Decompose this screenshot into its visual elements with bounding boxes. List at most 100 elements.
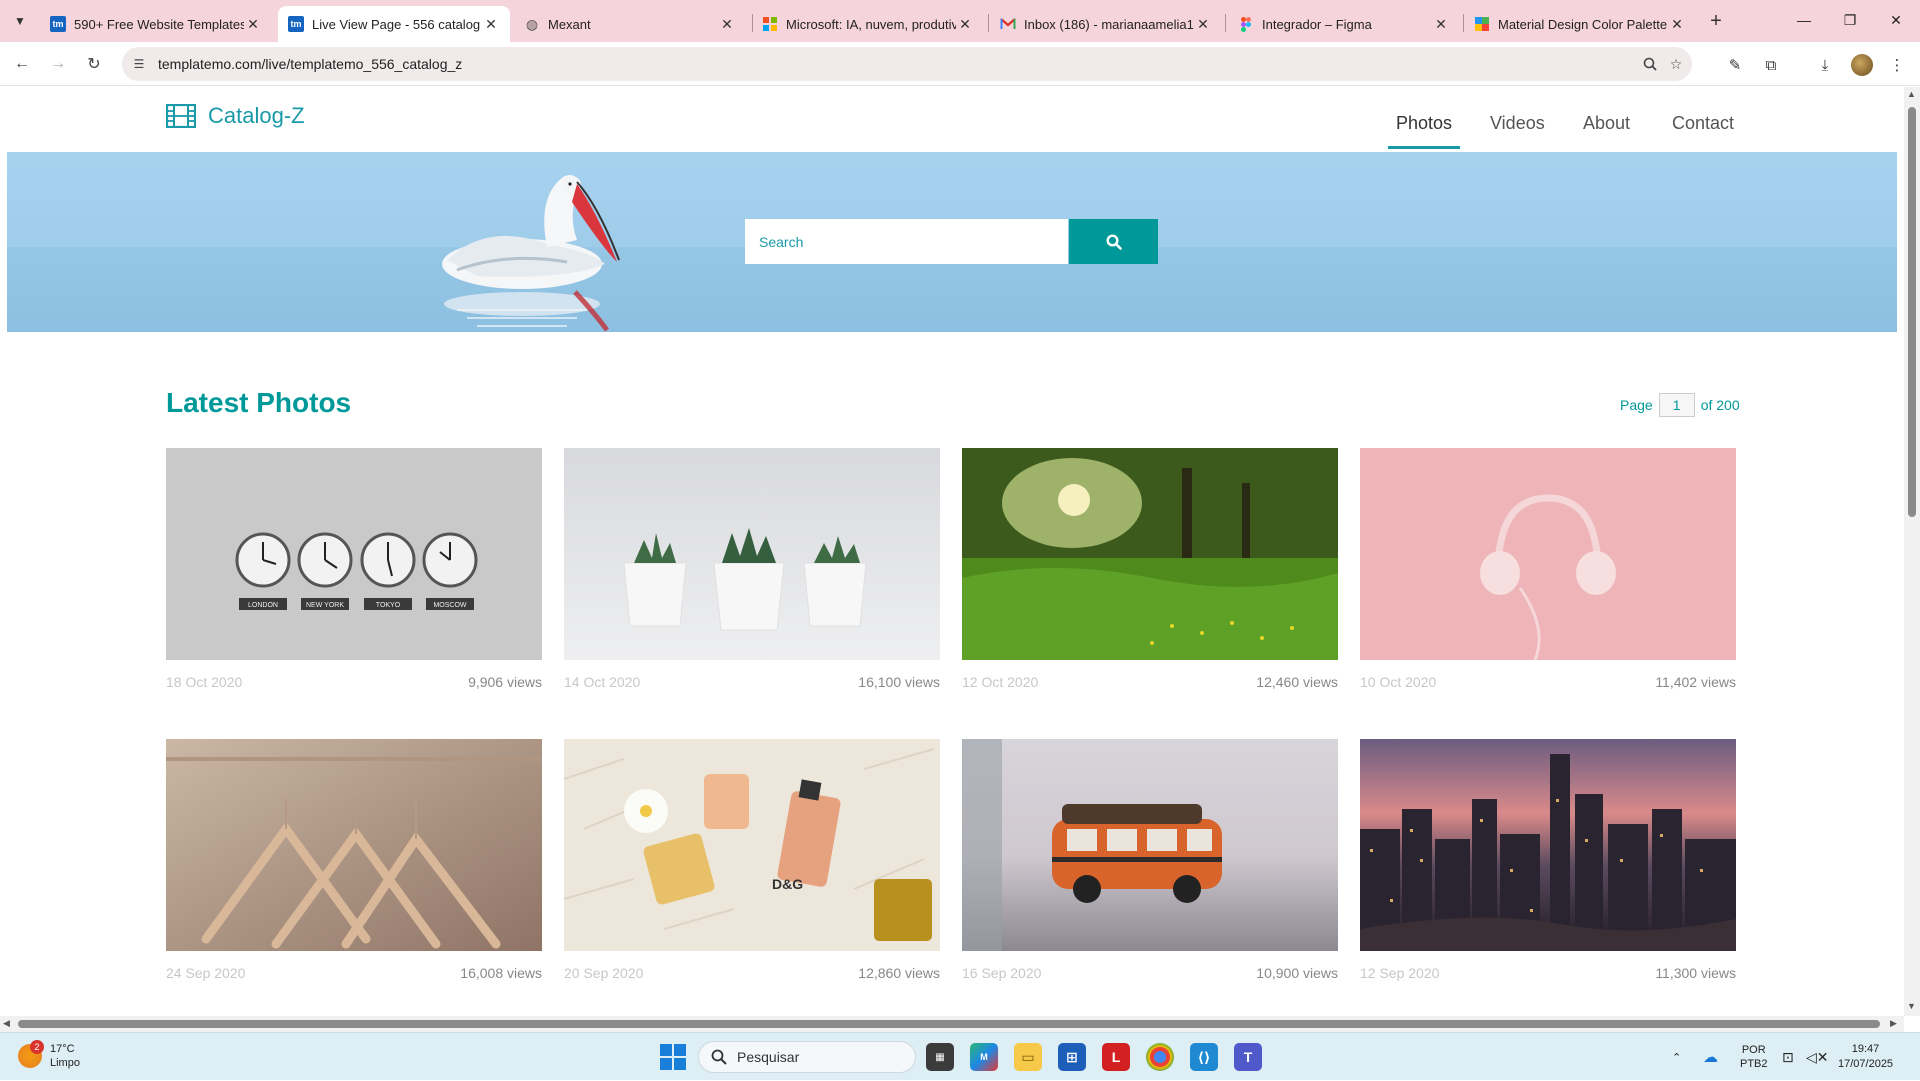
clock-face <box>235 532 291 588</box>
tab-separator <box>988 14 989 32</box>
photo-date: 24 Sep 2020 <box>166 965 246 981</box>
windows-start-icon[interactable] <box>660 1044 686 1070</box>
nav-photos[interactable]: Photos <box>1387 113 1461 149</box>
clock-face <box>422 532 478 588</box>
vertical-scroll-thumb[interactable] <box>1908 107 1916 517</box>
language-indicator[interactable]: POR PTB2 <box>1740 1033 1768 1081</box>
bookmark-star-icon[interactable]: ☆ <box>1666 54 1686 74</box>
horizontal-scrollbar[interactable]: ◀ ▶ <box>0 1016 1904 1032</box>
search-button[interactable] <box>1069 219 1158 264</box>
search-input[interactable] <box>745 219 1068 264</box>
photo-pink-headphones[interactable] <box>1360 448 1736 660</box>
tab-live-view[interactable]: tm Live View Page - 556 catalog z ✕ <box>278 6 510 42</box>
menu-dots-icon[interactable]: ⋮ <box>1886 54 1908 76</box>
speaker-muted-icon[interactable]: ◁✕ <box>1806 1033 1829 1081</box>
site-info-icon[interactable]: ☰ <box>130 55 148 73</box>
language-code: POR <box>1741 1044 1766 1056</box>
taskbar-search[interactable]: Pesquisar <box>698 1041 916 1073</box>
omnibox[interactable]: ☰ templatemo.com/live/templatemo_556_cat… <box>122 47 1692 81</box>
clock[interactable]: 19:47 17/07/2025 <box>1838 1033 1893 1081</box>
eyedropper-extension-icon[interactable]: ✎ <box>1724 54 1746 76</box>
site-navbar: Catalog-Z Photos Videos About Contact <box>0 87 1904 152</box>
tab-mexant[interactable]: ◍ Mexant ✕ <box>514 6 746 42</box>
back-arrow-icon[interactable]: ← <box>8 50 36 78</box>
new-tab-icon[interactable]: + <box>1703 8 1729 34</box>
teams-icon[interactable]: T <box>1234 1043 1262 1071</box>
clock-date: 17/07/2025 <box>1838 1058 1894 1070</box>
clock-label-moscow: MOSCOW <box>433 602 466 609</box>
browser-tab-bar: ▼ tm 590+ Free Website Templates - ✕ tm … <box>0 0 1920 42</box>
templatemo-favicon-icon: tm <box>288 16 304 32</box>
nav-contact[interactable]: Contact <box>1672 113 1734 134</box>
window-close-icon[interactable]: ✕ <box>1873 0 1919 40</box>
section-title: Latest Photos <box>166 387 352 418</box>
task-view-icon[interactable]: ▦ <box>926 1043 954 1071</box>
search-icon <box>711 1049 727 1065</box>
close-tab-icon[interactable]: ✕ <box>1668 16 1686 33</box>
close-tab-icon[interactable]: ✕ <box>1432 16 1450 33</box>
tab-material-palette[interactable]: Material Design Color Palette G ✕ <box>1464 6 1696 42</box>
brand-link[interactable]: Catalog-Z <box>166 103 305 129</box>
close-tab-icon[interactable]: ✕ <box>956 16 974 33</box>
horizontal-scroll-thumb[interactable] <box>18 1020 1880 1028</box>
vscode-icon[interactable]: ⟨⟩ <box>1190 1043 1218 1071</box>
photo-city-skyline[interactable] <box>1360 739 1736 951</box>
restore-icon[interactable]: ❐ <box>1827 0 1873 40</box>
tab-figma[interactable]: Integrador – Figma ✕ <box>1228 6 1460 42</box>
nav-about[interactable]: About <box>1583 113 1630 134</box>
url-text[interactable]: templatemo.com/live/templatemo_556_catal… <box>158 56 462 72</box>
show-hidden-icons-chevron-icon[interactable]: ⌃ <box>1672 1033 1681 1081</box>
close-tab-icon[interactable]: ✕ <box>718 16 736 33</box>
film-icon <box>166 104 196 128</box>
minimize-icon[interactable]: — <box>1781 0 1827 40</box>
photo-sunlit-meadow[interactable] <box>962 448 1338 660</box>
onedrive-icon[interactable]: ☁ <box>1703 1033 1718 1081</box>
network-icon[interactable]: ⊡ <box>1782 1033 1794 1081</box>
extensions-puzzle-icon[interactable]: ⧉ <box>1760 54 1782 76</box>
tab-free-templates[interactable]: tm 590+ Free Website Templates - ✕ <box>40 6 272 42</box>
tab-microsoft[interactable]: Microsoft: IA, nuvem, produtivi ✕ <box>752 6 984 42</box>
vertical-scrollbar[interactable]: ▲ ▼ <box>1904 87 1920 1016</box>
nav-videos[interactable]: Videos <box>1490 113 1545 134</box>
weather-widget[interactable]: 2 17°C Limpo <box>18 1040 80 1070</box>
photo-perfume-bottles[interactable]: D&G <box>564 739 940 951</box>
tab-gmail[interactable]: Inbox (186) - marianaamelia142 ✕ <box>990 6 1222 42</box>
profile-avatar[interactable] <box>1851 54 1873 76</box>
chrome-icon[interactable] <box>1146 1043 1174 1071</box>
reload-icon[interactable]: ↻ <box>80 50 108 78</box>
pager-suffix: of 200 <box>1700 397 1740 413</box>
lexis-app-icon[interactable]: L <box>1102 1043 1130 1071</box>
close-tab-icon[interactable]: ✕ <box>1194 16 1212 33</box>
photo-potted-succulents[interactable] <box>564 448 940 660</box>
m365-icon[interactable]: M <box>970 1043 998 1071</box>
scroll-down-icon[interactable]: ▼ <box>1907 1001 1916 1011</box>
weather-temp: 17°C <box>50 1043 75 1055</box>
clock-face <box>360 532 416 588</box>
microsoft-store-icon[interactable]: ⊞ <box>1058 1043 1086 1071</box>
photo-date: 14 Oct 2020 <box>564 674 641 690</box>
file-explorer-icon[interactable]: ▭ <box>1014 1043 1042 1071</box>
scroll-up-icon[interactable]: ▲ <box>1907 89 1916 99</box>
pagination: Page of 200 <box>1620 393 1740 417</box>
close-tab-icon[interactable]: ✕ <box>244 16 262 33</box>
forward-arrow-icon[interactable]: → <box>44 50 72 78</box>
photo-toy-van[interactable] <box>962 739 1338 951</box>
photo-world-clocks[interactable]: LONDON NEW YORK TOKYO MOSCOW <box>166 448 542 660</box>
clock-label-london: LONDON <box>248 602 278 609</box>
scroll-left-icon[interactable]: ◀ <box>3 1018 10 1029</box>
download-icon[interactable]: ⤓ <box>1814 54 1836 76</box>
hero-banner <box>7 152 1897 332</box>
figma-icon <box>1238 16 1254 32</box>
keyboard-layout: PTB2 <box>1740 1058 1768 1070</box>
photo-views: 10,900 views <box>1256 965 1338 981</box>
photo-date: 10 Oct 2020 <box>1360 674 1437 690</box>
zoom-icon[interactable] <box>1640 54 1660 74</box>
templatemo-favicon-icon: tm <box>50 16 66 32</box>
close-tab-icon[interactable]: ✕ <box>482 16 500 33</box>
photo-views: 9,906 views <box>468 674 542 690</box>
scroll-right-icon[interactable]: ▶ <box>1890 1018 1897 1029</box>
tab-search-chevron-icon[interactable]: ▼ <box>8 9 32 33</box>
photo-date: 16 Sep 2020 <box>962 965 1042 981</box>
page-number-input[interactable] <box>1658 393 1695 417</box>
photo-wooden-hangers[interactable] <box>166 739 542 951</box>
